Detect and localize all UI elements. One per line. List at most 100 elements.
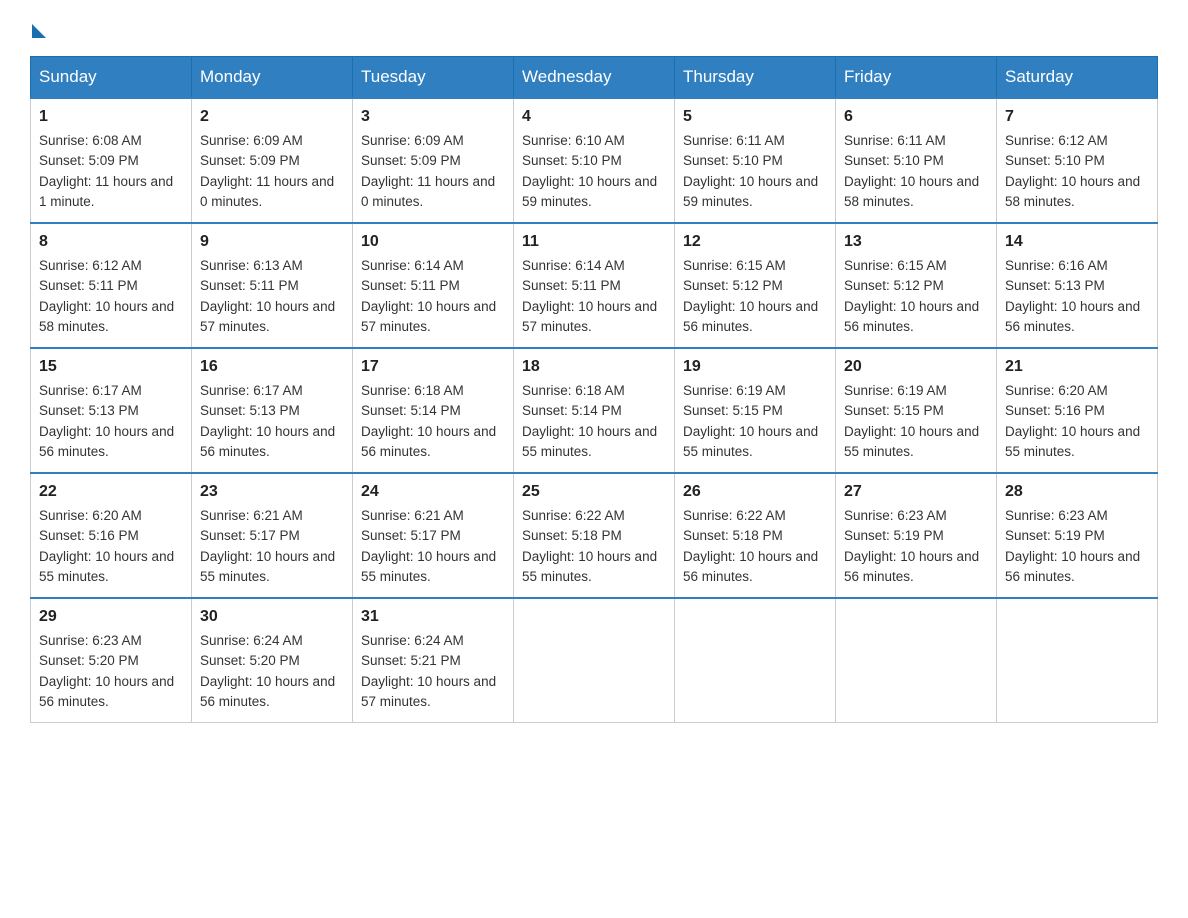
sunrise-text: Sunrise: 6:23 AM (844, 508, 947, 523)
daylight-text: Daylight: 10 hours and 57 minutes. (522, 299, 657, 334)
sunrise-text: Sunrise: 6:18 AM (522, 383, 625, 398)
sunrise-text: Sunrise: 6:11 AM (683, 133, 785, 148)
day-number: 22 (39, 480, 183, 504)
sunset-text: Sunset: 5:15 PM (844, 403, 944, 418)
sunset-text: Sunset: 5:18 PM (683, 528, 783, 543)
calendar-day-cell: 25 Sunrise: 6:22 AM Sunset: 5:18 PM Dayl… (514, 473, 675, 598)
day-number: 20 (844, 355, 988, 379)
sunrise-text: Sunrise: 6:24 AM (361, 633, 464, 648)
sunset-text: Sunset: 5:14 PM (522, 403, 622, 418)
sunrise-text: Sunrise: 6:13 AM (200, 258, 303, 273)
calendar-day-cell: 6 Sunrise: 6:11 AM Sunset: 5:10 PM Dayli… (836, 98, 997, 223)
sunrise-text: Sunrise: 6:20 AM (39, 508, 142, 523)
calendar-day-cell: 20 Sunrise: 6:19 AM Sunset: 5:15 PM Dayl… (836, 348, 997, 473)
calendar-day-cell: 2 Sunrise: 6:09 AM Sunset: 5:09 PM Dayli… (192, 98, 353, 223)
daylight-text: Daylight: 10 hours and 56 minutes. (844, 299, 979, 334)
daylight-text: Daylight: 10 hours and 56 minutes. (844, 549, 979, 584)
calendar-header-row: SundayMondayTuesdayWednesdayThursdayFrid… (31, 57, 1158, 99)
day-number: 28 (1005, 480, 1149, 504)
calendar-day-cell: 13 Sunrise: 6:15 AM Sunset: 5:12 PM Dayl… (836, 223, 997, 348)
day-number: 17 (361, 355, 505, 379)
sunrise-text: Sunrise: 6:18 AM (361, 383, 464, 398)
daylight-text: Daylight: 10 hours and 58 minutes. (39, 299, 174, 334)
day-of-week-header: Monday (192, 57, 353, 99)
sunset-text: Sunset: 5:18 PM (522, 528, 622, 543)
calendar-day-cell: 3 Sunrise: 6:09 AM Sunset: 5:09 PM Dayli… (353, 98, 514, 223)
day-of-week-header: Wednesday (514, 57, 675, 99)
logo-arrow-icon (32, 24, 46, 38)
sunrise-text: Sunrise: 6:20 AM (1005, 383, 1108, 398)
calendar-day-cell: 24 Sunrise: 6:21 AM Sunset: 5:17 PM Dayl… (353, 473, 514, 598)
day-number: 19 (683, 355, 827, 379)
daylight-text: Daylight: 10 hours and 56 minutes. (683, 549, 818, 584)
daylight-text: Daylight: 10 hours and 56 minutes. (39, 424, 174, 459)
sunrise-text: Sunrise: 6:19 AM (683, 383, 786, 398)
day-number: 12 (683, 230, 827, 254)
daylight-text: Daylight: 10 hours and 59 minutes. (522, 174, 657, 209)
sunset-text: Sunset: 5:11 PM (39, 278, 138, 293)
calendar-week-row: 15 Sunrise: 6:17 AM Sunset: 5:13 PM Dayl… (31, 348, 1158, 473)
daylight-text: Daylight: 10 hours and 55 minutes. (39, 549, 174, 584)
day-number: 7 (1005, 105, 1149, 129)
daylight-text: Daylight: 10 hours and 57 minutes. (361, 674, 496, 709)
sunrise-text: Sunrise: 6:23 AM (39, 633, 142, 648)
sunrise-text: Sunrise: 6:10 AM (522, 133, 625, 148)
daylight-text: Daylight: 11 hours and 1 minute. (39, 174, 173, 209)
calendar-day-cell: 9 Sunrise: 6:13 AM Sunset: 5:11 PM Dayli… (192, 223, 353, 348)
sunset-text: Sunset: 5:11 PM (361, 278, 460, 293)
sunset-text: Sunset: 5:12 PM (844, 278, 944, 293)
sunset-text: Sunset: 5:10 PM (522, 153, 622, 168)
sunset-text: Sunset: 5:15 PM (683, 403, 783, 418)
sunset-text: Sunset: 5:10 PM (1005, 153, 1105, 168)
calendar-day-cell: 27 Sunrise: 6:23 AM Sunset: 5:19 PM Dayl… (836, 473, 997, 598)
calendar-day-cell: 1 Sunrise: 6:08 AM Sunset: 5:09 PM Dayli… (31, 98, 192, 223)
calendar-day-cell: 21 Sunrise: 6:20 AM Sunset: 5:16 PM Dayl… (997, 348, 1158, 473)
day-number: 29 (39, 605, 183, 629)
calendar-day-cell: 29 Sunrise: 6:23 AM Sunset: 5:20 PM Dayl… (31, 598, 192, 723)
daylight-text: Daylight: 10 hours and 55 minutes. (683, 424, 818, 459)
daylight-text: Daylight: 10 hours and 55 minutes. (522, 424, 657, 459)
calendar-day-cell (997, 598, 1158, 723)
sunset-text: Sunset: 5:19 PM (1005, 528, 1105, 543)
day-number: 30 (200, 605, 344, 629)
sunset-text: Sunset: 5:19 PM (844, 528, 944, 543)
sunset-text: Sunset: 5:11 PM (200, 278, 299, 293)
sunrise-text: Sunrise: 6:14 AM (361, 258, 464, 273)
daylight-text: Daylight: 10 hours and 55 minutes. (522, 549, 657, 584)
calendar-day-cell: 8 Sunrise: 6:12 AM Sunset: 5:11 PM Dayli… (31, 223, 192, 348)
sunrise-text: Sunrise: 6:22 AM (522, 508, 625, 523)
daylight-text: Daylight: 10 hours and 56 minutes. (361, 424, 496, 459)
day-number: 15 (39, 355, 183, 379)
day-number: 6 (844, 105, 988, 129)
sunrise-text: Sunrise: 6:14 AM (522, 258, 625, 273)
calendar-day-cell: 11 Sunrise: 6:14 AM Sunset: 5:11 PM Dayl… (514, 223, 675, 348)
calendar-day-cell: 23 Sunrise: 6:21 AM Sunset: 5:17 PM Dayl… (192, 473, 353, 598)
sunrise-text: Sunrise: 6:16 AM (1005, 258, 1108, 273)
calendar-table: SundayMondayTuesdayWednesdayThursdayFrid… (30, 56, 1158, 723)
sunset-text: Sunset: 5:20 PM (200, 653, 300, 668)
sunrise-text: Sunrise: 6:12 AM (1005, 133, 1108, 148)
sunset-text: Sunset: 5:13 PM (200, 403, 300, 418)
sunrise-text: Sunrise: 6:24 AM (200, 633, 303, 648)
sunset-text: Sunset: 5:11 PM (522, 278, 621, 293)
calendar-day-cell: 18 Sunrise: 6:18 AM Sunset: 5:14 PM Dayl… (514, 348, 675, 473)
sunset-text: Sunset: 5:16 PM (1005, 403, 1105, 418)
sunrise-text: Sunrise: 6:09 AM (200, 133, 303, 148)
day-number: 16 (200, 355, 344, 379)
day-number: 4 (522, 105, 666, 129)
calendar-day-cell (675, 598, 836, 723)
day-of-week-header: Sunday (31, 57, 192, 99)
daylight-text: Daylight: 10 hours and 57 minutes. (361, 299, 496, 334)
page-header (30, 20, 1158, 36)
daylight-text: Daylight: 10 hours and 57 minutes. (200, 299, 335, 334)
calendar-day-cell: 14 Sunrise: 6:16 AM Sunset: 5:13 PM Dayl… (997, 223, 1158, 348)
sunrise-text: Sunrise: 6:21 AM (361, 508, 464, 523)
day-number: 1 (39, 105, 183, 129)
calendar-day-cell: 4 Sunrise: 6:10 AM Sunset: 5:10 PM Dayli… (514, 98, 675, 223)
day-of-week-header: Tuesday (353, 57, 514, 99)
calendar-day-cell: 30 Sunrise: 6:24 AM Sunset: 5:20 PM Dayl… (192, 598, 353, 723)
day-number: 10 (361, 230, 505, 254)
daylight-text: Daylight: 11 hours and 0 minutes. (361, 174, 495, 209)
calendar-day-cell: 31 Sunrise: 6:24 AM Sunset: 5:21 PM Dayl… (353, 598, 514, 723)
sunrise-text: Sunrise: 6:12 AM (39, 258, 142, 273)
